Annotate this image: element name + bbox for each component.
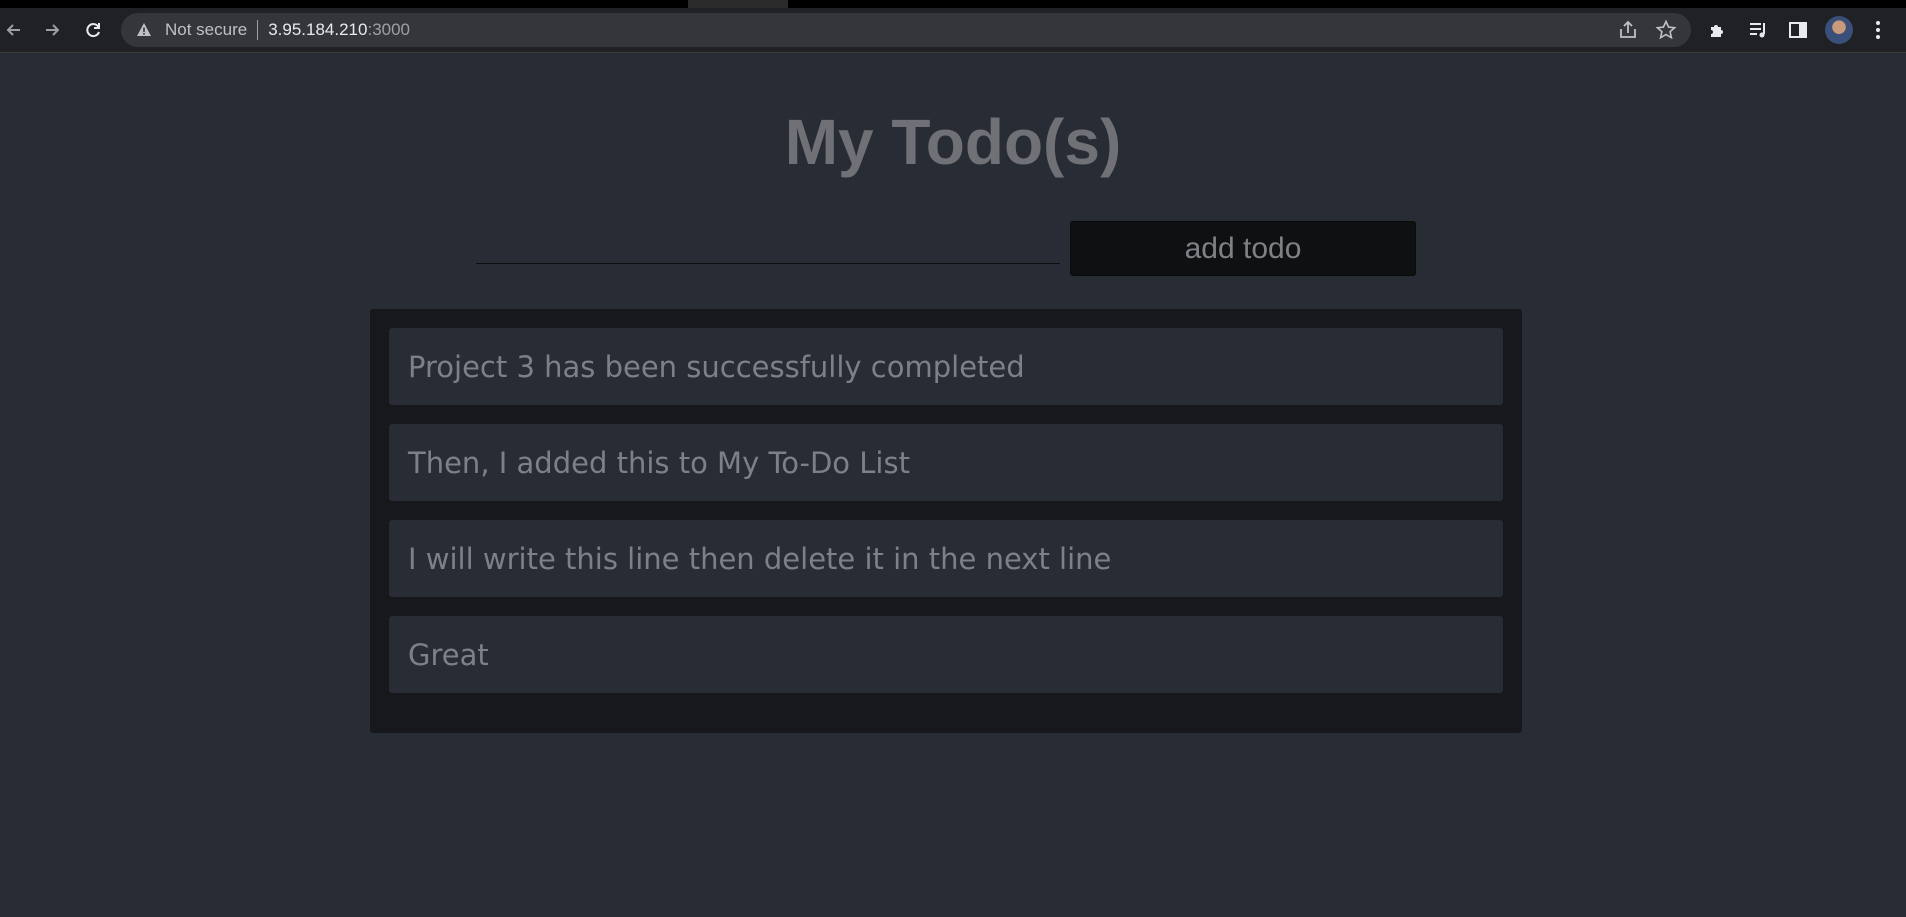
warning-icon[interactable] (135, 21, 153, 39)
url-host: 3.95.184.210 (268, 20, 368, 39)
avatar[interactable] (1825, 16, 1853, 44)
todo-item-text: Great (408, 637, 489, 672)
side-panel-icon[interactable] (1786, 18, 1810, 42)
todo-item[interactable]: Then, I added this to My To-Do List (389, 424, 1503, 501)
page-content: My Todo(s) add todo Project 3 has been s… (0, 53, 1906, 917)
address-bar-actions (1617, 19, 1677, 46)
security-status-label[interactable]: Not secure (165, 20, 247, 40)
page-title: My Todo(s) (784, 106, 1122, 178)
star-icon[interactable] (1655, 19, 1677, 46)
todo-input[interactable] (476, 221, 1060, 264)
back-arrow-icon[interactable] (2, 18, 26, 42)
todo-item-text: I will write this line then delete it in… (408, 541, 1112, 576)
browser-toolbar: Not secure 3.95.184.210 :3000 (0, 8, 1906, 53)
add-todo-button[interactable]: add todo (1070, 221, 1416, 276)
forward-arrow-icon[interactable] (40, 18, 64, 42)
url-port: :3000 (367, 20, 411, 39)
todo-item-text: Then, I added this to My To-Do List (408, 445, 910, 480)
todo-item[interactable]: I will write this line then delete it in… (389, 520, 1503, 597)
media-queue-icon[interactable] (1746, 18, 1770, 42)
menu-dots-icon[interactable] (1866, 18, 1890, 42)
todo-item[interactable]: Project 3 has been successfully complete… (389, 328, 1503, 405)
address-bar[interactable]: Not secure 3.95.184.210 :3000 (121, 13, 1691, 47)
share-icon[interactable] (1617, 19, 1639, 46)
browser-tab-strip (0, 0, 1906, 8)
address-separator (257, 20, 259, 40)
todo-list: Project 3 has been successfully complete… (370, 309, 1522, 733)
todo-item[interactable]: Great (389, 616, 1503, 693)
todo-item-text: Project 3 has been successfully complete… (408, 349, 1025, 384)
extensions-icon[interactable] (1706, 18, 1730, 42)
reload-icon[interactable] (81, 18, 105, 42)
active-tab-edge (688, 0, 788, 8)
